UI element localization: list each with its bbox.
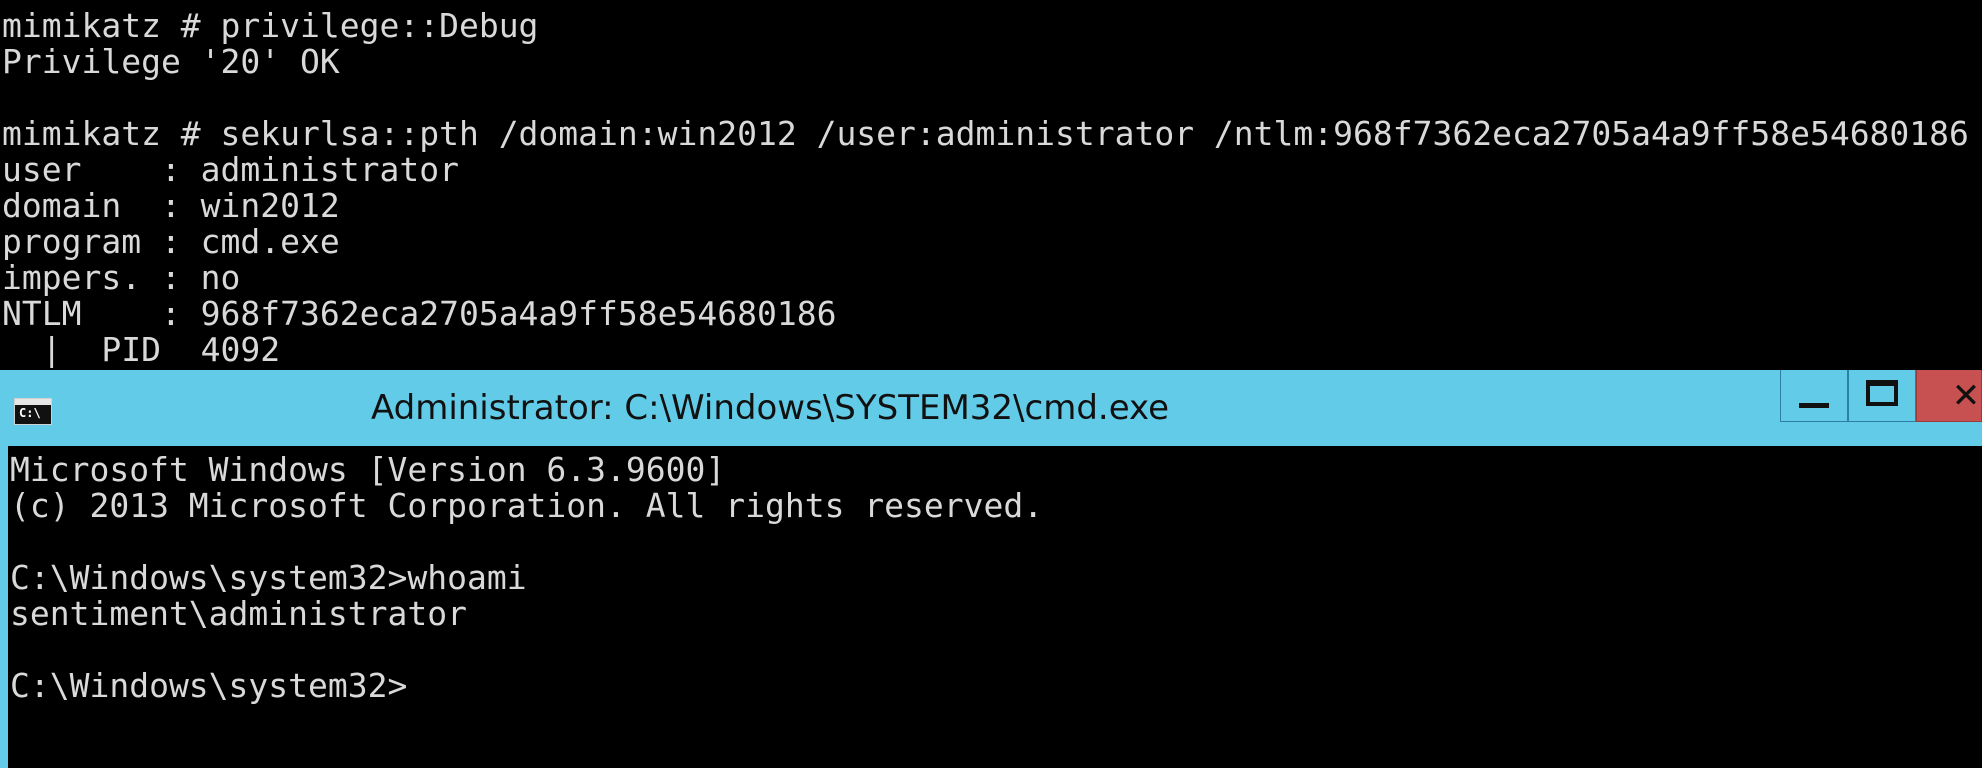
cmd-window[interactable]: C:\ Administrator: C:\Windows\SYSTEM32\c… (0, 370, 1982, 768)
window-title-bar[interactable]: C:\ Administrator: C:\Windows\SYSTEM32\c… (0, 370, 1982, 446)
console-line: program : cmd.exe (2, 224, 340, 260)
caption-buttons: ✕ (1780, 370, 1982, 423)
close-button[interactable]: ✕ (1916, 370, 1982, 422)
minimize-icon (1799, 403, 1829, 408)
cmd-output: Microsoft Windows [Version 6.3.9600] (c)… (10, 452, 1043, 704)
console-line: domain : win2012 (2, 188, 340, 224)
console-line: mimikatz # privilege::Debug (2, 8, 539, 44)
close-icon: ✕ (1951, 375, 1981, 416)
console-line: (c) 2013 Microsoft Corporation. All righ… (10, 488, 1044, 524)
mimikatz-output: mimikatz # privilege::Debug Privilege '2… (2, 8, 1969, 368)
mimikatz-console[interactable]: mimikatz # privilege::Debug Privilege '2… (0, 0, 1982, 370)
console-line: C:\Windows\system32>whoami (10, 560, 527, 596)
maximize-button[interactable] (1848, 370, 1916, 422)
minimize-button[interactable] (1780, 370, 1848, 422)
maximize-icon (1866, 379, 1898, 406)
console-line: Privilege '20' OK (2, 44, 340, 80)
console-prompt[interactable]: C:\Windows\system32> (10, 668, 1043, 704)
console-line: impers. : no (2, 260, 241, 296)
console-line: | PID 4092 (2, 332, 281, 368)
console-line: NTLM : 968f7362eca2705a4a9ff58e54680186 (2, 296, 837, 332)
window-title: Administrator: C:\Windows\SYSTEM32\cmd.e… (370, 388, 1170, 428)
console-line: mimikatz # sekurlsa::pth /domain:win2012… (2, 116, 1969, 152)
cmd-console-area[interactable]: Microsoft Windows [Version 6.3.9600] (c)… (8, 446, 1982, 768)
console-line: sentiment\administrator (10, 596, 467, 632)
console-line: Microsoft Windows [Version 6.3.9600] (10, 452, 726, 488)
console-line: user : administrator (2, 152, 459, 188)
